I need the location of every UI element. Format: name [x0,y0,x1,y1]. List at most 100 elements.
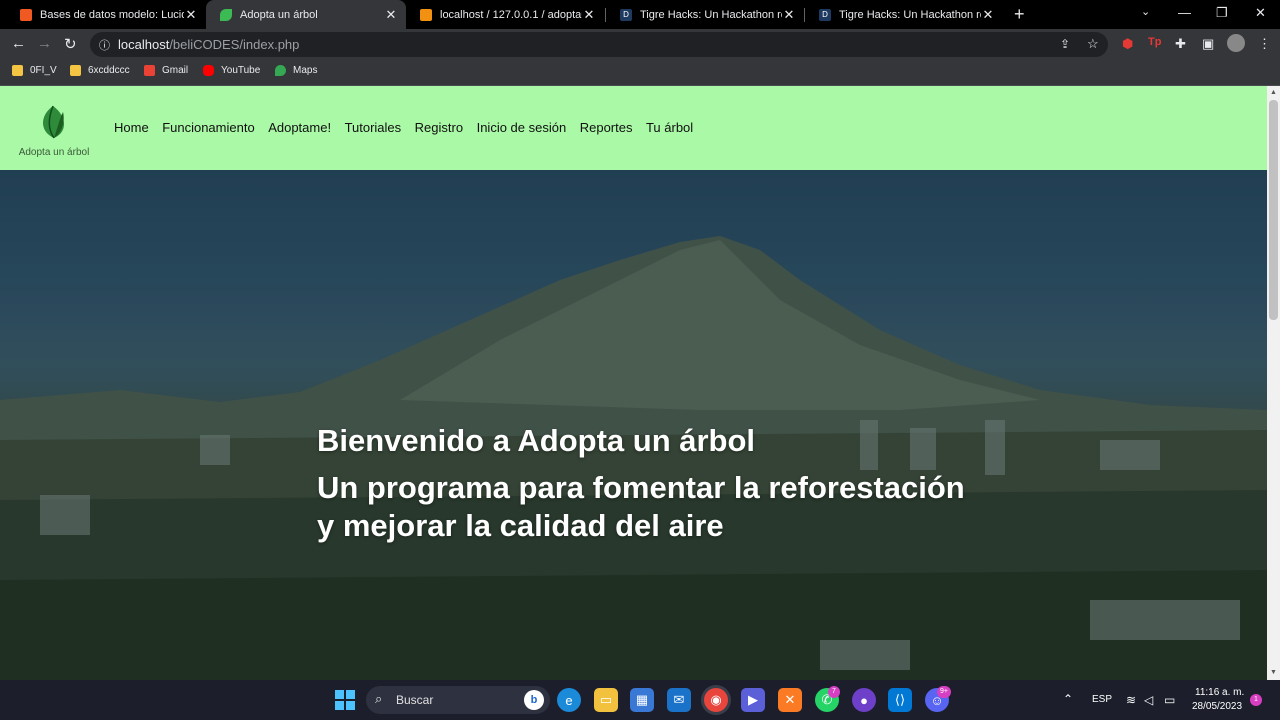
taskbar-search[interactable]: ⌕ Buscar b [366,686,550,714]
browser-menu-icon[interactable]: ⋮ [1258,36,1271,52]
share-icon[interactable]: ⇪ [1060,37,1070,51]
bookmark-label: Gmail [162,65,189,76]
close-icon[interactable]: ✕ [981,7,995,23]
youtube-icon [203,65,214,76]
wifi-icon[interactable]: ≋ [1126,693,1136,707]
nav-adoptame[interactable]: Adoptame! [268,120,331,135]
close-icon[interactable]: ✕ [384,7,398,23]
hero-title: Bienvenido a Adopta un árbol [317,423,756,458]
vscode-icon[interactable]: ⟨⟩ [888,688,912,712]
hero-banner: Bienvenido a Adopta un árbol Un programa… [0,170,1267,680]
bookmark-label: Maps [293,65,318,76]
tab-title: Adopta un árbol [240,8,318,21]
battery-icon[interactable]: ▭ [1164,693,1175,707]
bookmark-youtube[interactable]: YouTube [203,65,260,76]
bookmark-folder[interactable]: 6xcddccc [70,65,130,76]
extension-tp-icon[interactable]: Tp [1148,36,1161,48]
bookmark-maps[interactable]: Maps [275,65,317,76]
page-scrollbar[interactable]: ▲ ▼ [1267,86,1280,680]
nav-inicio-sesion[interactable]: Inicio de sesión [477,120,567,135]
microsoft-store-icon[interactable]: ▦ [630,688,654,712]
restore-icon[interactable]: ❐ [1216,5,1228,21]
address-bar[interactable]: ⓘ localhost/beliCODES/index.php ⇪ ☆ [90,32,1108,57]
scroll-thumb[interactable] [1269,100,1278,320]
search-label: Buscar [396,693,434,707]
phpmyadmin-icon [420,8,432,21]
notification-badge[interactable]: 1 [1250,694,1262,706]
edge-icon[interactable]: e [557,688,581,712]
browser-chrome: Bases de datos modelo: Lucidcha ✕ Adopta… [0,0,1280,86]
maps-pin-icon [275,65,286,76]
xampp-icon[interactable]: ✕ [778,688,802,712]
scroll-up-icon[interactable]: ▲ [1270,89,1277,96]
profile-avatar[interactable] [1227,34,1245,52]
mail-icon[interactable]: ✉ [667,688,691,712]
info-icon[interactable]: ⓘ [99,37,110,53]
tab-title: Bases de datos modelo: Lucidcha [40,8,184,21]
close-icon[interactable]: ✕ [184,7,198,23]
clock-time[interactable]: 11:16 a. m. [1195,687,1244,698]
github-icon[interactable]: ● [852,688,876,712]
file-explorer-icon[interactable]: ▭ [594,688,618,712]
volume-icon[interactable]: ◁ [1144,693,1153,707]
site-logo[interactable]: Adopta un árbol [14,104,94,158]
start-windows-icon[interactable] [333,688,357,712]
whatsapp-badge: 7 [828,686,840,698]
chrome-icon[interactable]: ◉ [704,688,728,712]
adblock-icon[interactable]: ⬢ [1122,36,1133,52]
bookmark-folder[interactable]: 0FI_V [12,65,57,76]
search-icon: ⌕ [375,691,383,706]
bookmarks-bar: 0FI_V 6xcddccc Gmail YouTube Maps [0,60,1280,86]
bookmark-label: YouTube [221,65,261,76]
site-navbar: Adopta un árbol Home Funcionamiento Adop… [0,86,1267,170]
tab-phpmyadmin[interactable]: localhost / 127.0.0.1 / adoptauna ✕ [406,0,604,29]
bookmark-star-icon[interactable]: ☆ [1087,36,1099,52]
tab-search-icon[interactable]: ⌄ [1141,5,1150,18]
nav-home[interactable]: Home [114,120,149,135]
tab-adopta-un-arbol[interactable]: Adopta un árbol ✕ [206,0,406,29]
folder-icon [12,65,23,76]
tab-title: localhost / 127.0.0.1 / adoptauna [440,8,582,21]
bookmark-label: 0FI_V [30,65,57,76]
gmail-icon [144,65,155,76]
devpost-icon: D [620,8,632,21]
leaf-logo-icon [42,105,65,139]
devpost-icon: D [819,8,831,21]
window-close-icon[interactable]: ✕ [1255,5,1266,21]
logo-caption: Adopta un árbol [18,147,90,158]
extensions-puzzle-icon[interactable]: ✚ [1175,36,1186,52]
discord-badge: 9+ [937,686,951,698]
close-icon[interactable]: ✕ [782,7,796,23]
nav-registro[interactable]: Registro [415,120,463,135]
tab-tigre-hacks-2[interactable]: D Tigre Hacks: Un Hackathon regio ✕ [805,0,1003,29]
nav-tu-arbol[interactable]: Tu árbol [646,120,693,135]
hero-subtitle: Un programa para fomentar la reforestaci… [317,470,965,543]
nav-reportes[interactable]: Reportes [580,120,633,135]
back-icon[interactable]: ← [11,35,26,52]
close-icon[interactable]: ✕ [582,7,596,23]
chevron-up-icon[interactable]: ⌃ [1063,692,1073,706]
scroll-down-icon[interactable]: ▼ [1270,669,1277,676]
forward-icon[interactable]: → [37,35,52,52]
language-indicator[interactable]: ESP [1092,694,1112,705]
clipchamp-icon[interactable]: ▶ [741,688,765,712]
taskbar: ⌕ Buscar b e ▭ ▦ ✉ ◉ ▶ ✕ ✆ 7 ● ⟨⟩ ☺ 9+ ⌃… [0,680,1280,720]
new-tab-icon[interactable]: + [1014,4,1025,25]
lucidchart-icon [20,8,32,21]
tab-title: Tigre Hacks: Un Hackathon regio [640,8,782,21]
tab-lucidchart[interactable]: Bases de datos modelo: Lucidcha ✕ [6,0,206,29]
minimize-icon[interactable]: — [1178,5,1191,20]
url-text[interactable]: localhost/beliCODES/index.php [118,37,299,52]
clock-date[interactable]: 28/05/2023 [1192,701,1242,712]
bing-icon[interactable]: b [524,690,544,710]
browser-toolbar: ← → ↻ ⓘ localhost/beliCODES/index.php ⇪ … [0,29,1280,60]
web-page: Adopta un árbol Home Funcionamiento Adop… [0,86,1267,680]
nav-funcionamiento[interactable]: Funcionamiento [162,120,255,135]
tab-strip: Bases de datos modelo: Lucidcha ✕ Adopta… [0,0,1280,29]
tab-tigre-hacks-1[interactable]: D Tigre Hacks: Un Hackathon regio ✕ [606,0,804,29]
leaf-icon [220,8,232,21]
side-panel-icon[interactable]: ▣ [1202,36,1214,52]
nav-tutoriales[interactable]: Tutoriales [345,120,402,135]
reload-icon[interactable]: ↻ [64,35,77,53]
bookmark-gmail[interactable]: Gmail [144,65,188,76]
